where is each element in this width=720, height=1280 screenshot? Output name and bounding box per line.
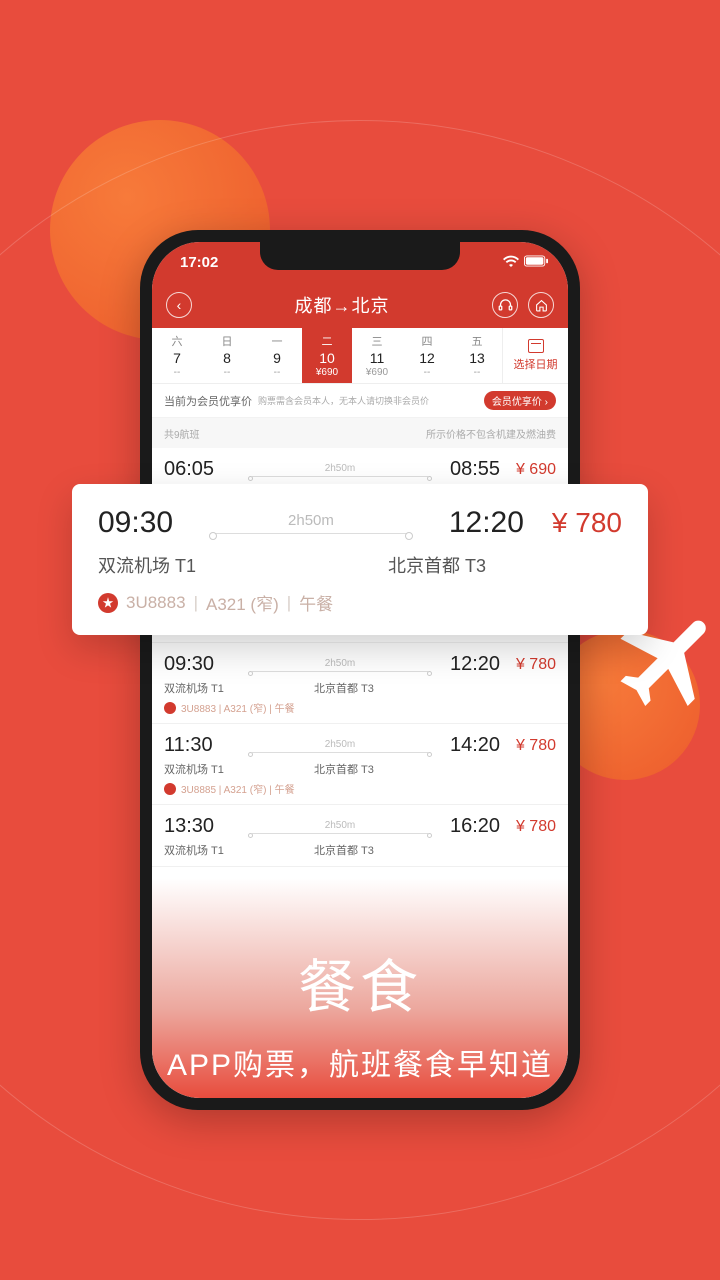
flight-row[interactable]: 13:30 2h50m 16:20 ¥ 780 双流机场 T1北京首都 T3: [152, 805, 568, 867]
card-arr-airport: 北京首都 T3: [388, 552, 486, 578]
promo-subtitle: APP购票，航班餐食早知道: [0, 1040, 720, 1084]
home-icon[interactable]: [528, 292, 554, 318]
date-cell[interactable]: 五13--: [452, 328, 502, 383]
member-toggle[interactable]: 会员优享价 ›: [484, 391, 556, 410]
airline-logo-icon: [164, 702, 176, 714]
date-cell[interactable]: 一9--: [252, 328, 302, 383]
card-price: ¥ 780: [552, 507, 622, 539]
flight-price: ¥ 690: [516, 461, 556, 479]
calendar-icon: [528, 339, 544, 353]
airline-logo-icon: [98, 593, 118, 613]
flight-row[interactable]: 11:30 2h50m 14:20 ¥ 780 双流机场 T1北京首都 T3 3…: [152, 724, 568, 805]
date-cell-active[interactable]: 二10¥690: [302, 328, 352, 383]
member-label: 当前为会员优享价: [164, 393, 252, 409]
battery-icon: [524, 254, 548, 271]
phone-notch: [260, 242, 460, 270]
card-arr-time: 12:20: [449, 506, 524, 540]
date-picker-button[interactable]: 选择日期: [502, 328, 568, 383]
date-selector: 六7-- 日8-- 一9-- 二10¥690 三11¥690 四12-- 五13…: [152, 328, 568, 384]
flight-count: 共9航班: [164, 426, 200, 441]
wifi-icon: [503, 254, 519, 271]
member-hint: 购票需含会员本人，无本人请切换非会员价: [258, 394, 478, 407]
status-time: 17:02: [180, 254, 218, 271]
flight-row[interactable]: 06:05 2h50m 08:55 ¥ 690: [152, 448, 568, 486]
card-meal: 午餐: [299, 590, 333, 615]
airline-logo-icon: [164, 783, 176, 795]
support-icon[interactable]: [492, 292, 518, 318]
price-note: 所示价格不包含机建及燃油费: [426, 426, 556, 441]
card-aircraft: A321 (窄): [206, 590, 279, 615]
card-dep-airport: 双流机场 T1: [98, 552, 388, 578]
date-cell[interactable]: 四12--: [402, 328, 452, 383]
flight-price: ¥ 780: [516, 737, 556, 755]
card-dep-time: 09:30: [98, 506, 173, 540]
promo-title: 餐食: [0, 940, 720, 1024]
card-flight-no: 3U8883: [126, 593, 186, 613]
card-duration: 2h50m: [181, 512, 441, 534]
nav-bar: ‹ 成都→北京: [152, 282, 568, 328]
date-cell[interactable]: 日8--: [202, 328, 252, 383]
list-info-row: 共9航班 所示价格不包含机建及燃油费: [152, 418, 568, 448]
flight-price: ¥ 780: [516, 656, 556, 674]
member-price-row: 当前为会员优享价 购票需含会员本人，无本人请切换非会员价 会员优享价 ›: [152, 384, 568, 418]
date-cell[interactable]: 三11¥690: [352, 328, 402, 383]
route-title: 成都→北京: [295, 292, 390, 318]
highlight-flight-card[interactable]: 09:30 2h50m 12:20 ¥ 780 双流机场 T1 北京首都 T3 …: [72, 484, 648, 635]
back-button[interactable]: ‹: [166, 292, 192, 318]
date-cell[interactable]: 六7--: [152, 328, 202, 383]
flight-price: ¥ 780: [516, 818, 556, 836]
flight-row[interactable]: 09:30 2h50m 12:20 ¥ 780 双流机场 T1北京首都 T3 3…: [152, 643, 568, 724]
